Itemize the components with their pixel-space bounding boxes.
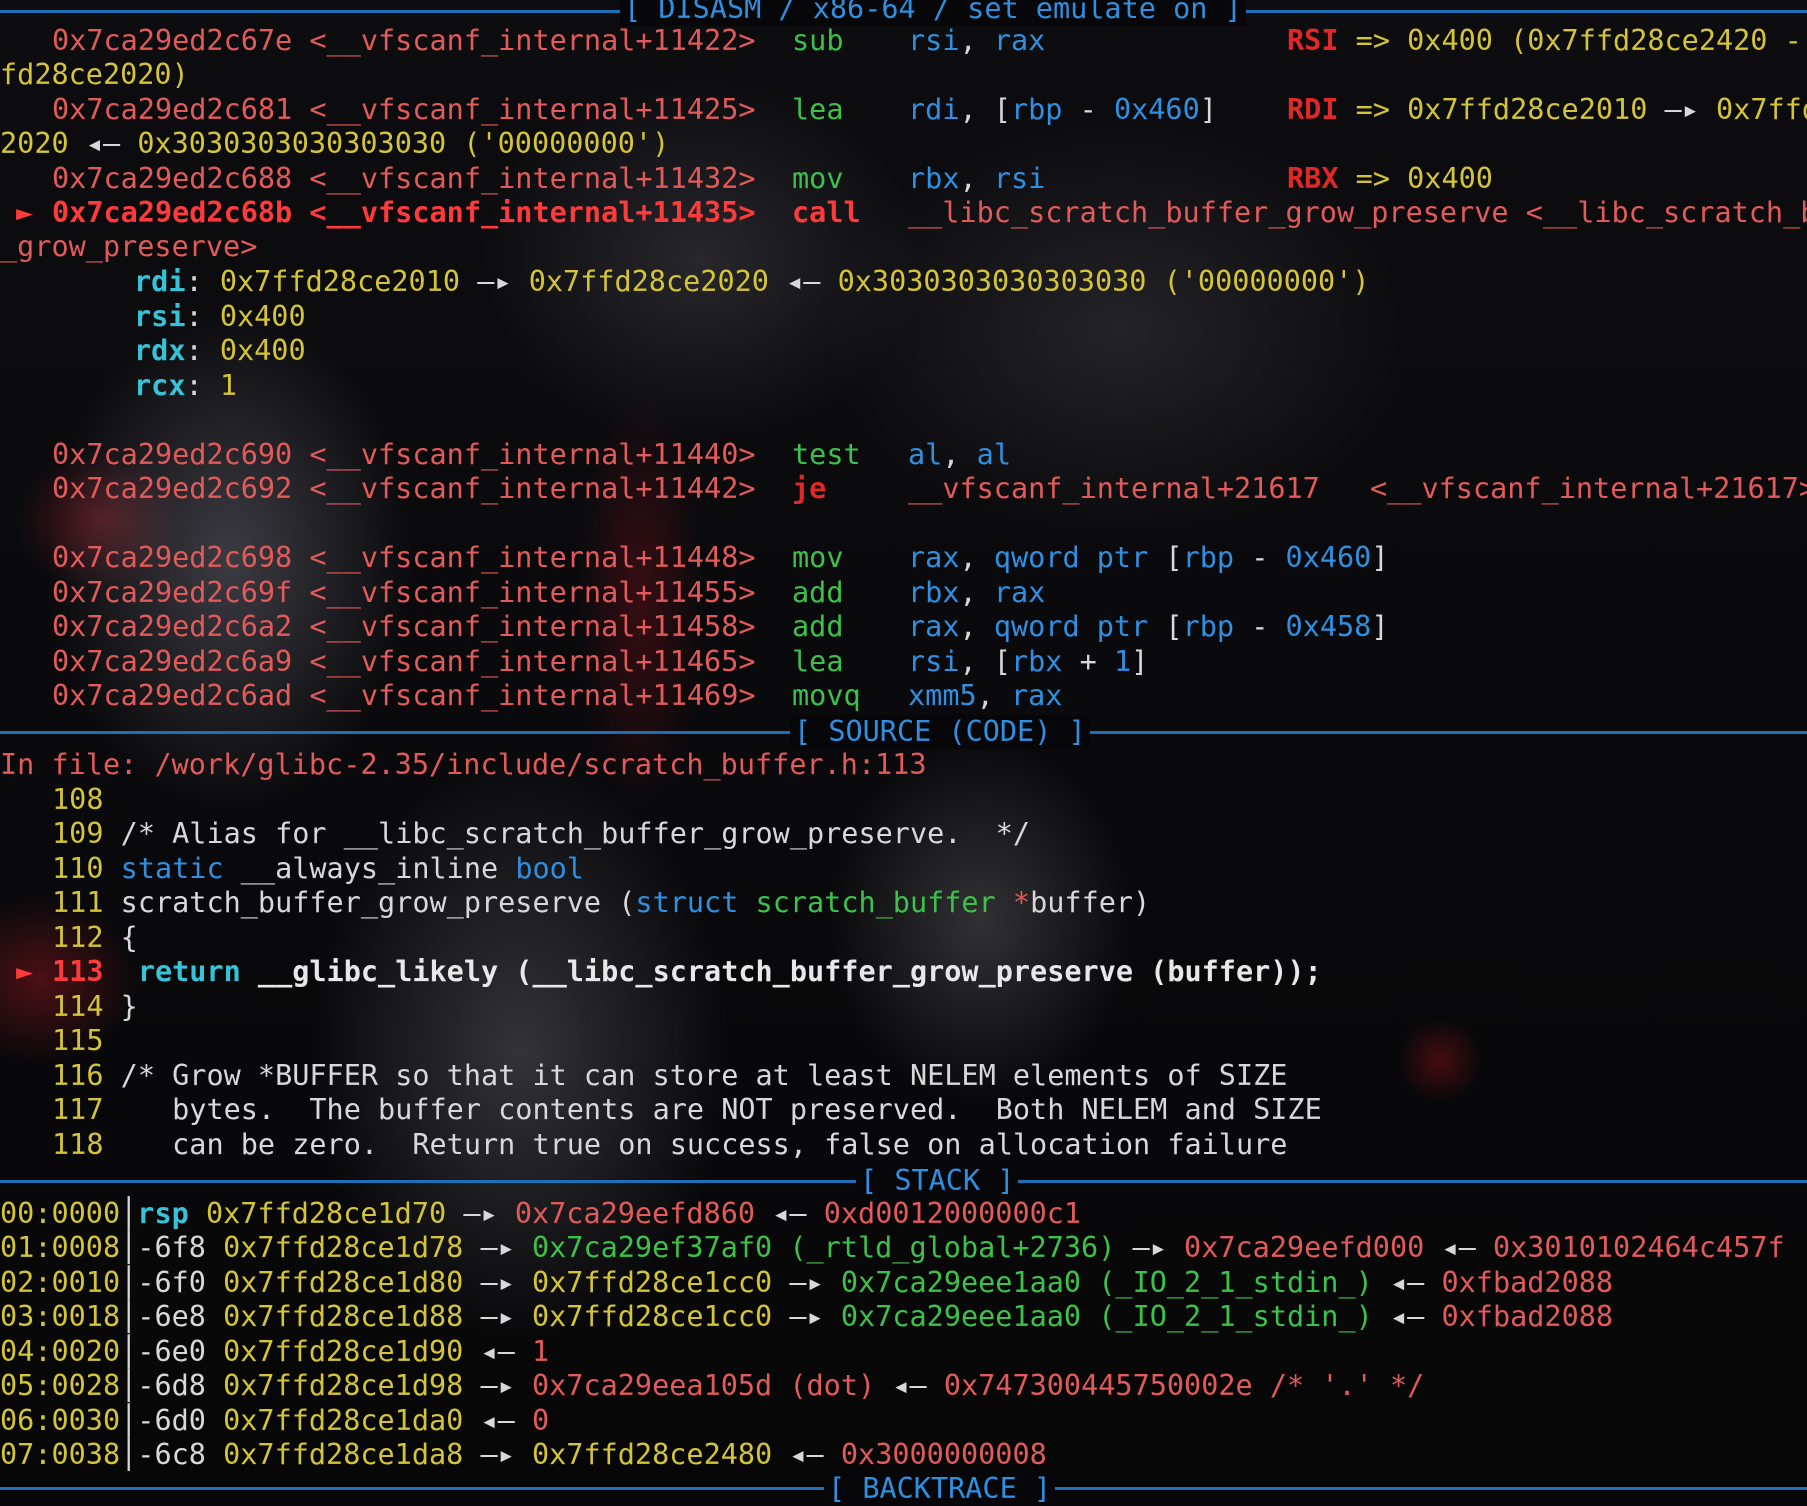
disasm-line-8-operands: rbx, rax [908, 576, 1046, 609]
source-line-111: 111 scratch_buffer_grow_preserve (struct… [52, 886, 1151, 919]
disasm-line-3-operands: rbx, rsi [908, 162, 1046, 195]
source-line-112: 112 { [52, 921, 138, 954]
disasm-line-11-operands: xmm5, rax [908, 679, 1063, 712]
source-line-114: 114 } [52, 990, 138, 1023]
disasm-line-6-target[interactable]: __vfscanf_internal+21617 [908, 472, 1320, 507]
gdb-pwndbg-terminal[interactable]: [ DISASM / x86-64 / set emulate on ] 0x7… [0, 0, 1807, 1506]
current-source-marker: ► [16, 955, 34, 988]
disasm-line-1-instr: sub [792, 24, 844, 57]
stack-row[interactable]: 01:0008│-6f8 0x7ffd28ce1d78 —▸ 0x7ca29ef… [0, 1231, 1785, 1266]
disasm-line-2[interactable]: 0x7ca29ed2c681 <__vfscanf_internal+11425… [52, 93, 756, 128]
disasm-line-2-annotation: RDI => 0x7ffd28ce2010 —▸ 0x7ffd2 [1287, 93, 1807, 126]
disasm-line-11[interactable]: 0x7ca29ed2c6ad <__vfscanf_internal+11469… [52, 679, 756, 714]
disasm-line-6-instr: je [792, 472, 827, 505]
stack-header: [ STACK ] [856, 1164, 1019, 1198]
source-line-115: 115 [52, 1024, 104, 1057]
disasm-line-10-instr: lea [792, 645, 844, 678]
disasm-line-9-instr: add [792, 610, 844, 643]
disasm-line-8-instr: add [792, 576, 844, 609]
disasm-line-2-instr: lea [792, 93, 844, 126]
disasm-line-1-annotation: RSI => 0x400 (0x7ffd28ce2420 - 0x7 [1287, 24, 1802, 57]
backtrace-header: [ BACKTRACE ] [824, 1472, 1056, 1506]
disasm-line-5[interactable]: 0x7ca29ed2c690 <__vfscanf_internal+11440… [52, 438, 756, 473]
call-arg-rcx: rcx: 1 [134, 369, 237, 402]
disasm-line-3[interactable]: 0x7ca29ed2c688 <__vfscanf_internal+11432… [52, 162, 756, 197]
disasm-line-8[interactable]: 0x7ca29ed2c69f <__vfscanf_internal+11455… [52, 576, 756, 611]
source-line-108: 108 [52, 783, 104, 816]
disasm-header: [ DISASM / x86-64 / set emulate on ] [620, 0, 1246, 26]
disasm-line-3-annotation: RBX => 0x400 [1287, 162, 1493, 195]
source-line-110: 110 static __always_inline bool [52, 852, 584, 885]
stack-row[interactable]: 06:0030│-6d0 0x7ffd28ce1da0 ◂— 0 [0, 1404, 549, 1439]
disasm-line-2-wrap: 2020 ◂— 0x3030303030303030 ('00000000') [0, 127, 670, 160]
disasm-line-3-instr: mov [792, 162, 844, 195]
disasm-line-5-operands: al, al [908, 438, 1011, 471]
disasm-line-2-operands: rdi, [rbp - 0x460] [908, 93, 1217, 126]
stack-row[interactable]: 07:0038│-6c8 0x7ffd28ce1da8 —▸ 0x7ffd28c… [0, 1438, 1047, 1473]
disasm-line-1[interactable]: 0x7ca29ed2c67e <__vfscanf_internal+11422… [52, 24, 756, 59]
source-line-118: 118 can be zero. Return true on success,… [52, 1128, 1288, 1161]
disasm-line-current-target[interactable]: __libc_scratch_buffer_grow_preserve <__l… [908, 196, 1807, 231]
disasm-line-7-operands: rax, qword ptr [rbp - 0x460] [908, 541, 1389, 574]
disasm-line-9-operands: rax, qword ptr [rbp - 0x458] [908, 610, 1389, 643]
disasm-line-1-operands: rsi, rax [908, 24, 1046, 57]
disasm-line-7[interactable]: 0x7ca29ed2c698 <__vfscanf_internal+11448… [52, 541, 756, 576]
disasm-line-9[interactable]: 0x7ca29ed2c6a2 <__vfscanf_internal+11458… [52, 610, 756, 645]
disasm-line-10-operands: rsi, [rbx + 1] [908, 645, 1149, 678]
disasm-line-current-wrap: _grow_preserve> [0, 230, 258, 263]
stack-row[interactable]: 04:0020│-6e0 0x7ffd28ce1d90 ◂— 1 [0, 1335, 549, 1370]
disasm-line-1-wrap: fd28ce2020) [0, 58, 189, 91]
stack-row[interactable]: 05:0028│-6d8 0x7ffd28ce1d98 —▸ 0x7ca29ee… [0, 1369, 1424, 1404]
call-arg-rsi: rsi: 0x400 [134, 300, 306, 333]
disasm-line-10[interactable]: 0x7ca29ed2c6a9 <__vfscanf_internal+11465… [52, 645, 756, 680]
source-line-109: 109 /* Alias for __libc_scratch_buffer_g… [52, 817, 1031, 850]
source-file-line: In file: /work/glibc-2.35/include/scratc… [0, 748, 927, 781]
current-instruction-marker: ► [16, 196, 34, 229]
stack-row[interactable]: 03:0018│-6e8 0x7ffd28ce1d88 —▸ 0x7ffd28c… [0, 1300, 1613, 1335]
disasm-line-7-instr: mov [792, 541, 844, 574]
call-arg-rdi: rdi: 0x7ffd28ce2010 —▸ 0x7ffd28ce2020 ◂—… [134, 265, 1370, 298]
disasm-line-11-instr: movq [792, 679, 861, 712]
disasm-line-6[interactable]: 0x7ca29ed2c692 <__vfscanf_internal+11442… [52, 472, 756, 507]
disasm-line-6-target-sym: <__vfscanf_internal+21617> [1370, 472, 1807, 505]
disasm-line-current[interactable]: 0x7ca29ed2c68b <__vfscanf_internal+11435… [52, 196, 756, 231]
disasm-line-current-instr: call [792, 196, 861, 229]
disasm-line-5-instr: test [792, 438, 861, 471]
stack-row[interactable]: 02:0010│-6f0 0x7ffd28ce1d80 —▸ 0x7ffd28c… [0, 1266, 1613, 1301]
stack-row[interactable]: 00:0000│rsp 0x7ffd28ce1d70 —▸ 0x7ca29eef… [0, 1197, 1081, 1232]
source-line-116: 116 /* Grow *BUFFER so that it can store… [52, 1059, 1288, 1092]
source-line-117: 117 bytes. The buffer contents are NOT p… [52, 1093, 1322, 1126]
source-line-113-current: 113 return __glibc_likely (__libc_scratc… [52, 955, 1322, 988]
source-header: [ SOURCE (CODE) ] [790, 715, 1090, 749]
call-arg-rdx: rdx: 0x400 [134, 334, 306, 367]
